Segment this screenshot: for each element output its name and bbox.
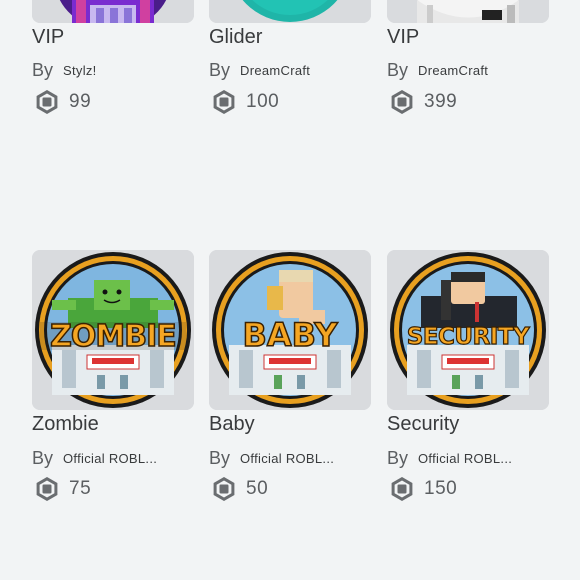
item-price: 150 [389, 475, 457, 503]
creator-name[interactable]: Official ROBL... [418, 451, 512, 466]
baby-badge-image: BABY [209, 250, 371, 410]
item-price: 99 [34, 88, 91, 116]
badge-text: ZOMBIE [50, 319, 176, 354]
item-name[interactable]: Baby [209, 412, 255, 436]
item-name[interactable]: VIP [387, 25, 419, 49]
price-value: 50 [246, 478, 269, 499]
by-label: By [387, 60, 409, 80]
item-name[interactable]: Zombie [32, 412, 99, 436]
item-creator[interactable]: By Stylz! [32, 60, 194, 82]
creator-name[interactable]: DreamCraft [240, 63, 310, 78]
creator-name[interactable]: Stylz! [63, 63, 97, 78]
item-name[interactable]: Glider [209, 25, 262, 49]
badge-text: BABY [243, 316, 339, 354]
item-name[interactable]: Security [387, 412, 459, 436]
by-label: By [32, 448, 54, 468]
price-value: 100 [246, 91, 280, 112]
creator-name[interactable]: Official ROBL... [63, 451, 157, 466]
item-thumbnail-baby[interactable]: BABY [209, 250, 371, 410]
creator-name[interactable]: Official ROBL... [240, 451, 334, 466]
robux-icon [391, 90, 413, 114]
item-creator[interactable]: By DreamCraft [209, 60, 371, 82]
security-badge-image: SECURITY [387, 250, 549, 410]
price-value: 99 [69, 91, 92, 112]
price-value: 399 [424, 91, 458, 112]
by-label: By [209, 448, 231, 468]
item-creator[interactable]: By Official ROBL... [209, 448, 371, 470]
item-thumbnail-vip-dress[interactable] [32, 0, 194, 23]
item-creator[interactable]: By Official ROBL... [387, 448, 549, 470]
item-creator[interactable]: By Official ROBL... [32, 448, 194, 470]
by-label: By [32, 60, 54, 80]
by-label: By [387, 448, 409, 468]
item-creator[interactable]: By DreamCraft [387, 60, 549, 82]
badge-text: SECURITY [407, 324, 530, 350]
robux-icon [391, 477, 413, 501]
robux-icon [36, 90, 58, 114]
item-thumbnail-glider[interactable] [209, 0, 371, 23]
item-thumbnail-security[interactable]: SECURITY [387, 250, 549, 410]
price-value: 150 [424, 478, 458, 499]
robux-icon [213, 90, 235, 114]
vip-badge-image [387, 0, 549, 23]
robux-icon [213, 477, 235, 501]
item-price: 75 [34, 475, 91, 503]
robux-icon [36, 477, 58, 501]
vip-dress-image [32, 0, 194, 23]
price-value: 75 [69, 478, 92, 499]
by-label: By [209, 60, 231, 80]
item-price: 399 [389, 88, 457, 116]
item-name[interactable]: VIP [32, 25, 64, 49]
item-price: 100 [211, 88, 279, 116]
item-thumbnail-zombie[interactable]: ZOMBIE [32, 250, 194, 410]
creator-name[interactable]: DreamCraft [418, 63, 488, 78]
zombie-badge-image: ZOMBIE [32, 250, 194, 410]
item-price: 50 [211, 475, 268, 503]
glider-image [209, 0, 371, 23]
item-thumbnail-vip-badge[interactable] [387, 0, 549, 23]
